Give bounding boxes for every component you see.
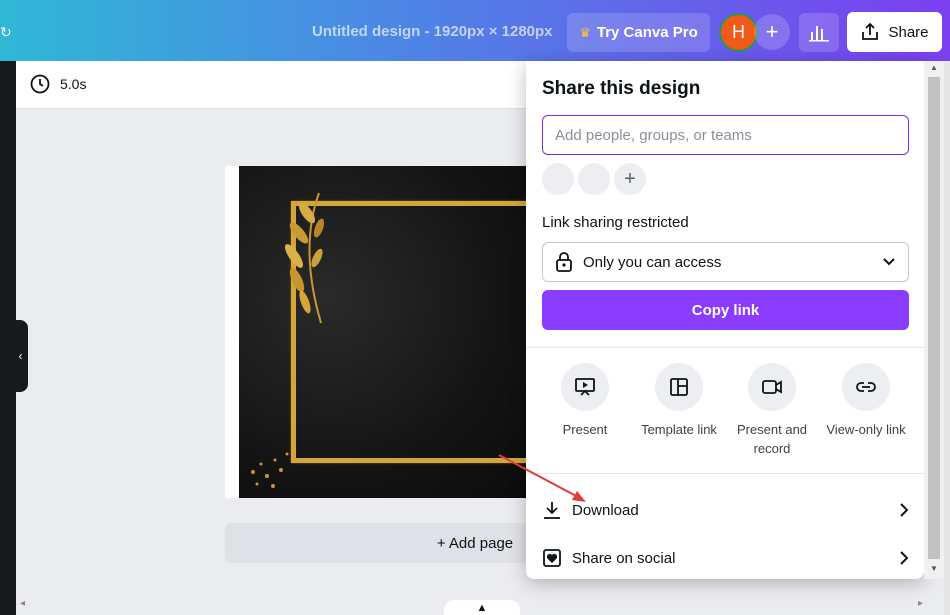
chevron-right-icon [900, 551, 909, 565]
chevron-up-icon: ▲ [476, 602, 488, 614]
crown-icon: ♛ [579, 24, 591, 40]
share-label: Share [888, 23, 929, 41]
try-pro-button[interactable]: ♛ Try Canva Pro [567, 13, 710, 52]
share-social-row[interactable]: Share on social [542, 539, 909, 577]
panel-title: Share this design [542, 78, 701, 99]
template-icon [670, 378, 688, 396]
scroll-up-icon[interactable]: ▲ [930, 63, 938, 72]
share-button[interactable]: Share [847, 12, 942, 52]
option-present[interactable]: Present [538, 363, 632, 439]
design-image [239, 166, 535, 498]
design-page[interactable] [225, 166, 535, 498]
option-label: Present and record [736, 422, 808, 456]
pages-toggle[interactable]: ▲ [444, 600, 520, 615]
chevron-down-icon [883, 258, 895, 266]
collaborator-placeholder [578, 163, 610, 195]
collapse-sidebar-button[interactable]: ‹ [13, 320, 28, 392]
divider [526, 473, 924, 474]
duration-control[interactable]: 5.0s [30, 74, 86, 94]
download-label: Download [572, 501, 639, 519]
option-view-only-link[interactable]: View-only link [819, 363, 913, 439]
chevron-right-icon [900, 503, 909, 517]
access-dropdown[interactable]: Only you can access [542, 242, 909, 282]
download-icon [544, 502, 560, 519]
option-label: Present [562, 422, 608, 437]
option-template-link[interactable]: Template link [632, 363, 726, 439]
design-title[interactable]: Untitled design - 1920px × 1280px [312, 23, 553, 40]
scroll-right-icon[interactable]: ▸ [918, 598, 923, 609]
chevron-left-icon: ‹ [18, 349, 23, 363]
add-person-button[interactable]: + [614, 163, 646, 195]
download-row[interactable]: Download [542, 491, 909, 529]
collaborator-placeholder [542, 163, 574, 195]
people-input[interactable]: Add people, groups, or teams [542, 115, 909, 155]
present-icon [575, 378, 595, 396]
redo-icon[interactable]: ↻ [0, 24, 12, 40]
plus-icon: + [624, 167, 636, 190]
lock-icon [556, 252, 572, 272]
access-value: Only you can access [583, 253, 722, 271]
duration-value: 5.0s [60, 76, 87, 92]
try-pro-label: Try Canva Pro [596, 24, 698, 41]
avatar[interactable]: H [719, 13, 758, 52]
add-collaborator-button[interactable]: + [754, 14, 790, 50]
gold-dots-graphic [251, 452, 289, 488]
share-panel: Share this design Add people, groups, or… [526, 61, 924, 579]
panel-scrollbar[interactable]: ▲ ▼ [924, 61, 944, 579]
share-social-label: Share on social [572, 549, 676, 567]
upload-icon [862, 22, 879, 40]
option-label: View-only link [826, 422, 906, 437]
link-icon [856, 382, 876, 392]
scrollbar-thumb[interactable] [928, 77, 940, 559]
clock-icon [30, 74, 50, 94]
gold-leaf-graphic [284, 192, 325, 324]
page-scrollbar[interactable] [944, 61, 950, 615]
link-sharing-label: Link sharing restricted [542, 214, 689, 231]
bar-chart-icon [809, 25, 829, 41]
copy-link-button[interactable]: Copy link [542, 290, 909, 330]
divider [526, 347, 924, 348]
scroll-left-icon[interactable]: ◂ [20, 598, 25, 609]
option-label: Template link [641, 422, 717, 437]
top-bar: ↻ Untitled design - 1920px × 1280px ♛ Tr… [0, 0, 950, 61]
insights-button[interactable] [799, 13, 839, 52]
scroll-down-icon[interactable]: ▼ [930, 564, 938, 573]
option-present-record[interactable]: Present and record [725, 363, 819, 458]
heart-icon [543, 549, 561, 567]
record-icon [762, 380, 782, 394]
